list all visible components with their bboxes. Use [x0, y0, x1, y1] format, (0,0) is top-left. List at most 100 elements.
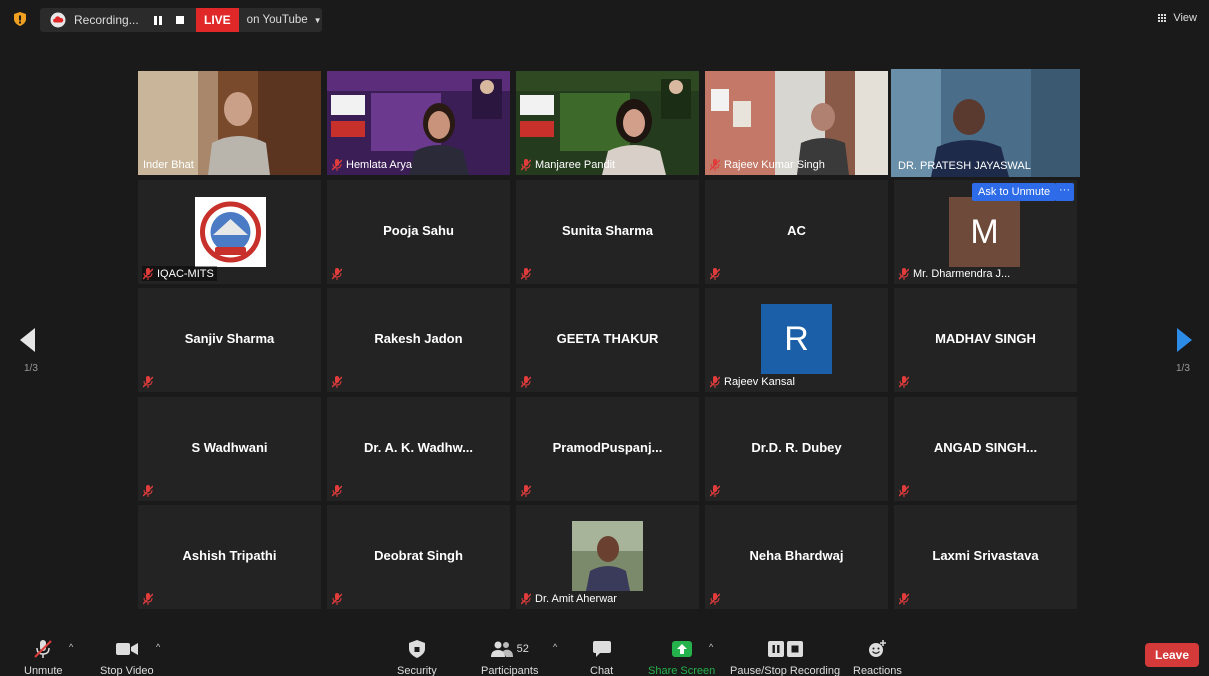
participants-options-chevron-icon[interactable]: ^: [553, 642, 557, 652]
mic-status: [520, 374, 534, 389]
participant-tile[interactable]: S Wadhwani: [138, 397, 321, 501]
mic-status: [520, 266, 534, 281]
participants-button[interactable]: 52 Participants: [481, 638, 538, 676]
mic-status: [709, 483, 723, 498]
participant-display-name: PramodPuspanj...: [552, 440, 663, 455]
participant-tile[interactable]: GEETA THAKUR: [516, 288, 699, 392]
participant-display-name: ANGAD SINGH...: [933, 440, 1038, 455]
stop-recording-icon[interactable]: [176, 16, 184, 24]
ask-to-unmute-button[interactable]: Ask to Unmute: [972, 183, 1057, 201]
stop-icon: [786, 641, 803, 657]
view-button[interactable]: View: [1158, 12, 1197, 24]
mic-muted-icon: [899, 484, 909, 497]
participant-display-name: Dr. A. K. Wadhw...: [363, 440, 474, 455]
chat-bubble-icon: [592, 641, 611, 657]
participant-tile[interactable]: Dr.D. R. Dubey: [705, 397, 888, 501]
participant-name-label: IQAC-MITS: [142, 266, 217, 281]
mic-status: [331, 266, 345, 281]
mic-status: [898, 591, 912, 606]
mic-status: [520, 483, 534, 498]
mic-status: [331, 483, 345, 498]
reactions-button[interactable]: Reactions: [853, 638, 902, 676]
participant-display-name: Deobrat Singh: [374, 548, 463, 563]
more-options-button[interactable]: ···: [1055, 183, 1074, 201]
unmute-button[interactable]: Unmute: [24, 638, 63, 676]
mic-muted-icon: [143, 484, 153, 497]
meeting-toolbar: Unmute ^ Stop Video ^ Security 52 Partic…: [0, 630, 1209, 676]
audio-options-chevron-icon[interactable]: ^: [69, 642, 73, 652]
participant-name-label: Manjaree Pandit: [520, 157, 618, 172]
mic-muted-icon: [899, 267, 909, 280]
video-tile[interactable]: Hemlata Arya: [327, 71, 510, 175]
participant-tile[interactable]: Ashish Tripathi: [138, 505, 321, 609]
pause-recording-icon[interactable]: [154, 15, 164, 25]
video-tile[interactable]: Manjaree Pandit: [516, 71, 699, 175]
mic-muted-icon: [332, 375, 342, 388]
mic-muted-icon: [521, 267, 531, 280]
participant-tile[interactable]: Dr. Amit Aherwar: [516, 505, 699, 609]
participant-tile[interactable]: PramodPuspanj...: [516, 397, 699, 501]
chat-button[interactable]: Chat: [590, 638, 613, 676]
mic-status: [709, 591, 723, 606]
share-options-chevron-icon[interactable]: ^: [709, 642, 713, 652]
zoom-meeting-window: Recording... LIVE on YouTube ▼ View Inde…: [0, 0, 1209, 676]
chevron-down-icon[interactable]: ▼: [314, 16, 322, 25]
participant-name-label: Mr. Dharmendra J...: [898, 266, 1013, 281]
participant-tile[interactable]: Deobrat Singh: [327, 505, 510, 609]
previous-page-arrow-icon[interactable]: [20, 328, 36, 352]
live-badge: LIVE: [196, 8, 239, 32]
participant-display-name: S Wadhwani: [191, 440, 268, 455]
participant-tile[interactable]: IQAC-MITS: [138, 180, 321, 284]
mic-status: [142, 483, 156, 498]
shield-icon[interactable]: [14, 12, 26, 26]
mic-muted-icon: [899, 592, 909, 605]
pause-icon: [767, 641, 784, 657]
video-tile[interactable]: Rajeev Kumar Singh: [705, 71, 888, 175]
participant-name-label: Inder Bhat: [143, 158, 194, 171]
participant-display-name: Sunita Sharma: [561, 223, 654, 238]
pause-stop-recording-button[interactable]: Pause/Stop Recording: [730, 638, 840, 676]
participant-tile[interactable]: Pooja Sahu: [327, 180, 510, 284]
mic-muted-icon: [143, 267, 153, 280]
participant-display-name: Rakesh Jadon: [374, 331, 463, 346]
page-indicator-right: 1/3: [1176, 363, 1190, 374]
share-screen-button[interactable]: Share Screen: [648, 638, 715, 676]
mic-muted-icon: [521, 484, 531, 497]
participant-tile[interactable]: ANGAD SINGH...: [894, 397, 1077, 501]
mic-status: [142, 374, 156, 389]
participant-tile[interactable]: Rakesh Jadon: [327, 288, 510, 392]
video-options-chevron-icon[interactable]: ^: [156, 642, 160, 652]
leave-meeting-button[interactable]: Leave: [1145, 643, 1199, 667]
participant-tile[interactable]: Neha Bhardwaj: [705, 505, 888, 609]
next-page-arrow-icon[interactable]: [1176, 328, 1192, 352]
participant-display-name: Sanjiv Sharma: [184, 331, 275, 346]
mic-status: [709, 266, 723, 281]
participant-tile[interactable]: Sunita Sharma: [516, 180, 699, 284]
mic-status: [898, 483, 912, 498]
live-stream-target[interactable]: on YouTube: [247, 14, 308, 26]
participant-display-name: Pooja Sahu: [383, 223, 454, 238]
participant-tile[interactable]: R Rajeev Kansal: [705, 288, 888, 392]
participant-display-name: Dr.D. R. Dubey: [751, 440, 842, 455]
active-speaker-tile[interactable]: DR. PRATESH JAYASWAL: [891, 69, 1080, 177]
participant-tile[interactable]: Sanjiv Sharma: [138, 288, 321, 392]
mic-status: [898, 374, 912, 389]
participant-tile[interactable]: Laxmi Srivastava: [894, 505, 1077, 609]
participant-tile[interactable]: AC: [705, 180, 888, 284]
mic-muted-icon: [710, 592, 720, 605]
participant-tile[interactable]: MADHAV SINGH: [894, 288, 1077, 392]
participant-tile[interactable]: Dr. A. K. Wadhw...: [327, 397, 510, 501]
mic-muted-icon: [332, 267, 342, 280]
participant-name-label: DR. PRATESH JAYASWAL: [898, 159, 1031, 172]
participants-icon: [490, 641, 513, 657]
mic-muted-icon: [332, 158, 342, 171]
page-indicator-left: 1/3: [24, 363, 38, 374]
stop-video-button[interactable]: Stop Video: [100, 638, 154, 676]
mic-muted-icon: [332, 484, 342, 497]
iqac-mits-logo: [195, 197, 266, 267]
view-label: View: [1173, 12, 1197, 24]
mic-muted-icon: [521, 158, 531, 171]
mic-muted-icon: [710, 484, 720, 497]
video-tile[interactable]: Inder Bhat: [138, 71, 321, 175]
security-button[interactable]: Security: [397, 638, 437, 676]
